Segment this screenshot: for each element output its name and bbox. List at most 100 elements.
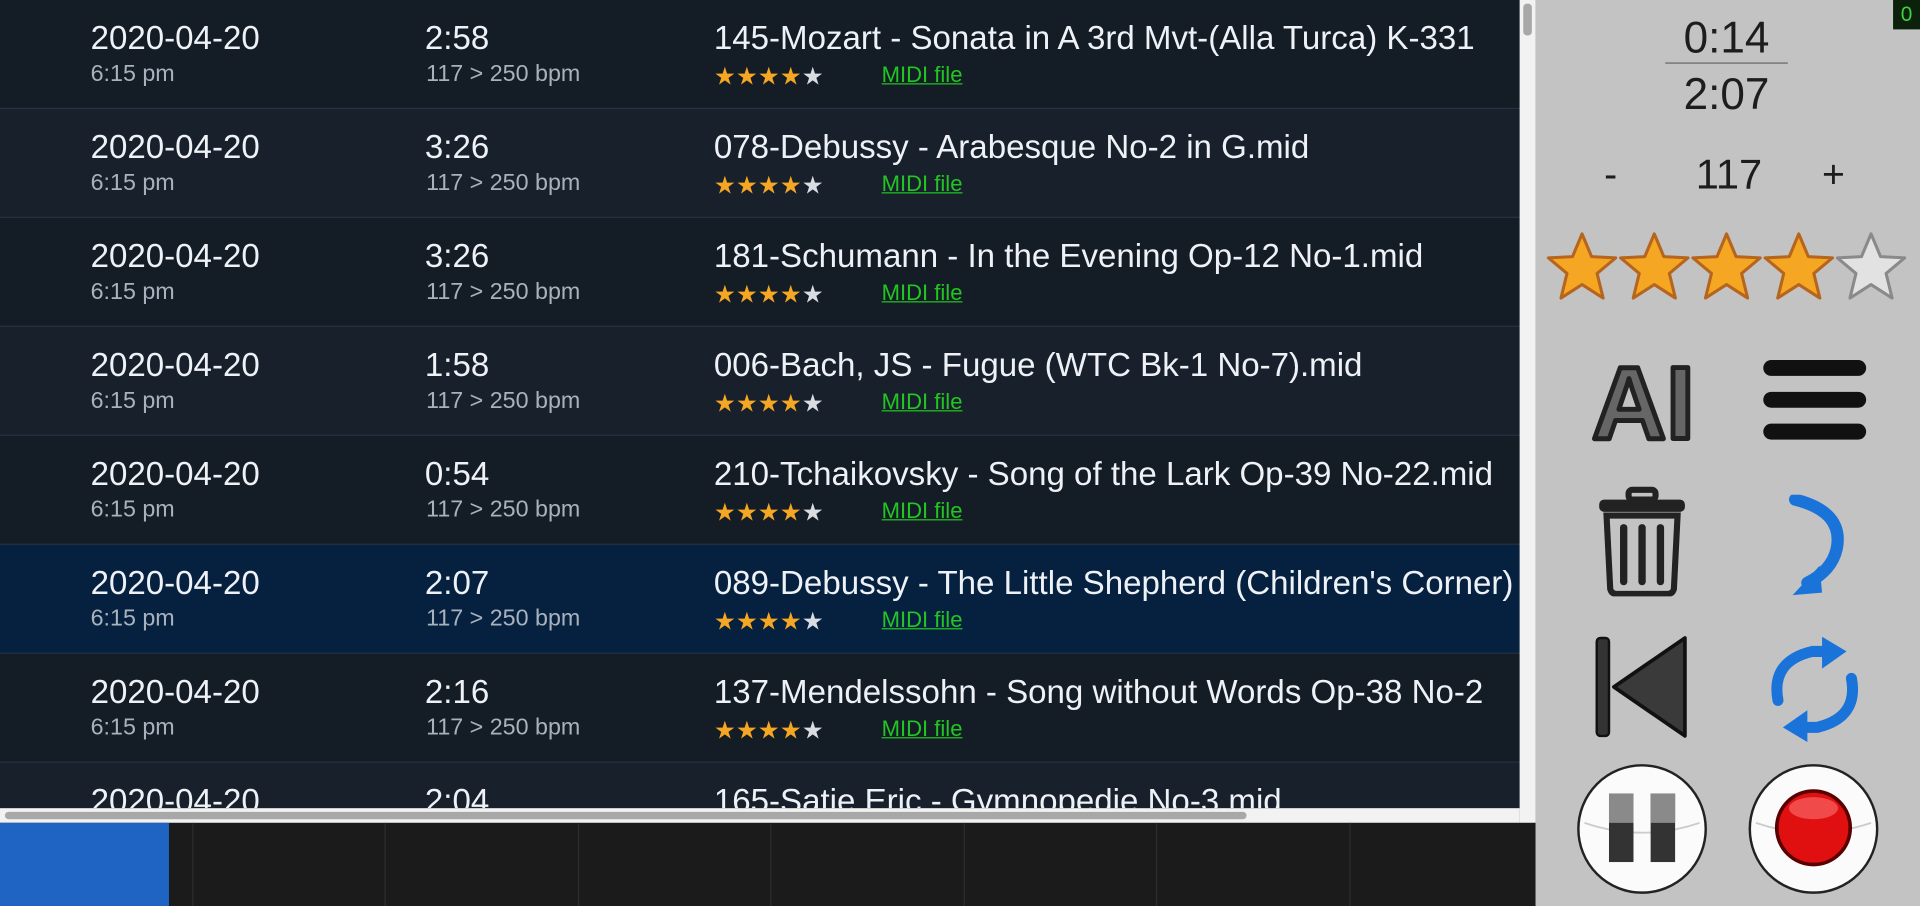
timeline-progress (0, 822, 169, 906)
row-duration: 1:58 (424, 346, 490, 384)
playlist-row[interactable]: 2020-04-20 6:15 pm 2:58 117 > 250 bpm 145-Mo… (0, 0, 1520, 109)
playlist-row[interactable]: 2020-04-20 6:15 pm 0:54 117 > 250 bpm 210-Tc… (0, 435, 1520, 545)
record-button[interactable] (1746, 762, 1881, 897)
star-filled-icon: ★ (713, 608, 736, 636)
star-filled-icon[interactable] (1618, 230, 1691, 303)
midi-file-link[interactable]: MIDI file (882, 171, 963, 197)
star-filled-icon: ★ (735, 390, 758, 418)
row-bpm: 117 > 250 bpm (426, 497, 581, 523)
star-filled-icon: ★ (713, 281, 736, 309)
row-date: 2020-04-20 (90, 455, 260, 493)
star-filled-icon: ★ (757, 390, 780, 418)
menu-button[interactable] (1761, 355, 1869, 448)
horizontal-scroll-thumb[interactable] (4, 811, 1247, 820)
row-duration: 0:54 (424, 455, 490, 493)
star-filled-icon: ★ (779, 281, 802, 309)
tempo-decrease-button[interactable]: - (1604, 152, 1617, 197)
row-date: 2020-04-20 (90, 673, 260, 711)
undo-button[interactable] (1771, 494, 1864, 598)
total-time: 2:07 (1683, 68, 1770, 119)
midi-file-link[interactable]: MIDI file (882, 498, 963, 524)
timeline-divider (963, 822, 965, 906)
horizontal-scrollbar[interactable] (0, 808, 1520, 823)
row-bpm: 117 > 250 bpm (426, 715, 581, 741)
row-date: 2020-04-20 (90, 128, 260, 166)
midi-file-link[interactable]: MIDI file (882, 389, 963, 415)
row-date: 2020-04-20 (90, 237, 260, 275)
row-rating-stars: ★★★★★ (714, 497, 824, 528)
row-title: 089-Debussy - The Little Shepherd (Child… (713, 564, 1514, 602)
rating-stars[interactable] (1545, 230, 1912, 303)
star-filled-icon: ★ (713, 63, 736, 91)
star-filled-icon: ★ (757, 717, 780, 745)
midi-file-link[interactable]: MIDI file (882, 62, 963, 88)
row-date: 2020-04-20 (90, 19, 260, 57)
row-title: 137-Mendelssohn - Song without Words Op-… (713, 673, 1484, 711)
star-filled-icon[interactable] (1690, 230, 1763, 303)
playlist[interactable]: 2020-04-20 6:15 pm 2:58 117 > 250 bpm 145-Mo… (0, 0, 1520, 809)
star-filled-icon: ★ (757, 608, 780, 636)
row-time: 6:15 pm (90, 279, 175, 305)
star-filled-icon[interactable] (1762, 230, 1835, 303)
star-filled-icon: ★ (713, 499, 736, 527)
star-filled-icon: ★ (735, 172, 758, 200)
star-filled-icon: ★ (713, 390, 736, 418)
star-filled-icon: ★ (779, 717, 802, 745)
player-panel: 0 0:14 2:07 - 117 + AI (1535, 0, 1920, 906)
vertical-scroll-thumb[interactable] (1523, 3, 1532, 36)
star-empty-icon: ★ (801, 499, 824, 527)
row-time: 6:15 pm (90, 170, 175, 196)
skip-back-icon (1595, 636, 1687, 738)
star-empty-icon[interactable] (1834, 230, 1907, 303)
row-rating-stars: ★★★★★ (714, 170, 824, 201)
star-filled-icon: ★ (735, 499, 758, 527)
time-divider (1665, 62, 1788, 64)
ai-button[interactable]: AI (1589, 350, 1694, 448)
row-time: 6:15 pm (90, 61, 175, 87)
star-filled-icon: ★ (757, 172, 780, 200)
row-rating-stars: ★★★★★ (714, 61, 824, 92)
playback-timeline[interactable] (0, 822, 1536, 906)
corner-counter: 0 (1893, 0, 1920, 30)
star-filled-icon: ★ (779, 63, 802, 91)
row-bpm: 117 > 250 bpm (426, 61, 581, 87)
vertical-scrollbar[interactable] (1519, 0, 1536, 823)
star-empty-icon: ★ (801, 63, 824, 91)
playlist-row[interactable]: 2020-04-20 6:15 pm 1:58 117 > 250 bpm 006-Ba… (0, 326, 1520, 436)
playlist-row[interactable]: 2020-04-20 6:15 pm 3:26 117 > 250 bpm 078-De… (0, 108, 1520, 218)
playlist-row[interactable]: 2020-04-20 6:15 pm 2:07 117 > 250 bpm 089-De… (0, 544, 1520, 654)
row-duration: 2:04 (424, 782, 490, 809)
ai-icon-label: AI (1592, 350, 1695, 448)
row-time: 6:15 pm (90, 388, 175, 414)
playlist-row[interactable]: 2020-04-20 6:15 pm 2:16 117 > 250 bpm 137-Me… (0, 653, 1520, 763)
midi-file-link[interactable]: MIDI file (882, 280, 963, 306)
row-title: 181-Schumann - In the Evening Op-12 No-1… (713, 237, 1424, 275)
playlist-row[interactable]: 2020-04-20 6:15 pm 3:26 117 > 250 bpm 181-Sc… (0, 217, 1520, 327)
playlist-row[interactable]: 2020-04-20 2:04 165-Satie Eric - Gymnopedi… (0, 762, 1520, 809)
row-rating-stars: ★★★★★ (714, 606, 824, 637)
pause-button[interactable] (1575, 762, 1710, 897)
skip-back-button[interactable] (1594, 633, 1692, 741)
row-time: 6:15 pm (90, 715, 175, 741)
star-filled-icon: ★ (757, 281, 780, 309)
timeline-divider (1155, 822, 1158, 906)
row-duration: 2:07 (424, 564, 490, 602)
menu-icon (1763, 360, 1867, 440)
delete-button[interactable] (1597, 486, 1688, 597)
row-title: 145-Mozart - Sonata in A 3rd Mvt-(Alla T… (713, 19, 1475, 57)
tempo-increase-button[interactable]: + (1822, 152, 1845, 197)
undo-arrow-icon (1788, 494, 1844, 596)
star-empty-icon: ★ (801, 390, 824, 418)
tempo-value: 117 (1695, 151, 1763, 199)
midi-file-link[interactable]: MIDI file (882, 716, 963, 742)
row-date: 2020-04-20 (90, 346, 260, 384)
midi-file-link[interactable]: MIDI file (882, 607, 963, 633)
star-filled-icon: ★ (735, 608, 758, 636)
star-filled-icon[interactable] (1545, 230, 1618, 303)
star-filled-icon: ★ (779, 172, 802, 200)
row-duration: 2:16 (424, 673, 490, 711)
repeat-button[interactable] (1766, 636, 1864, 743)
timeline-divider (770, 822, 772, 906)
row-time: 6:15 pm (90, 497, 175, 523)
record-icon (1748, 764, 1879, 894)
